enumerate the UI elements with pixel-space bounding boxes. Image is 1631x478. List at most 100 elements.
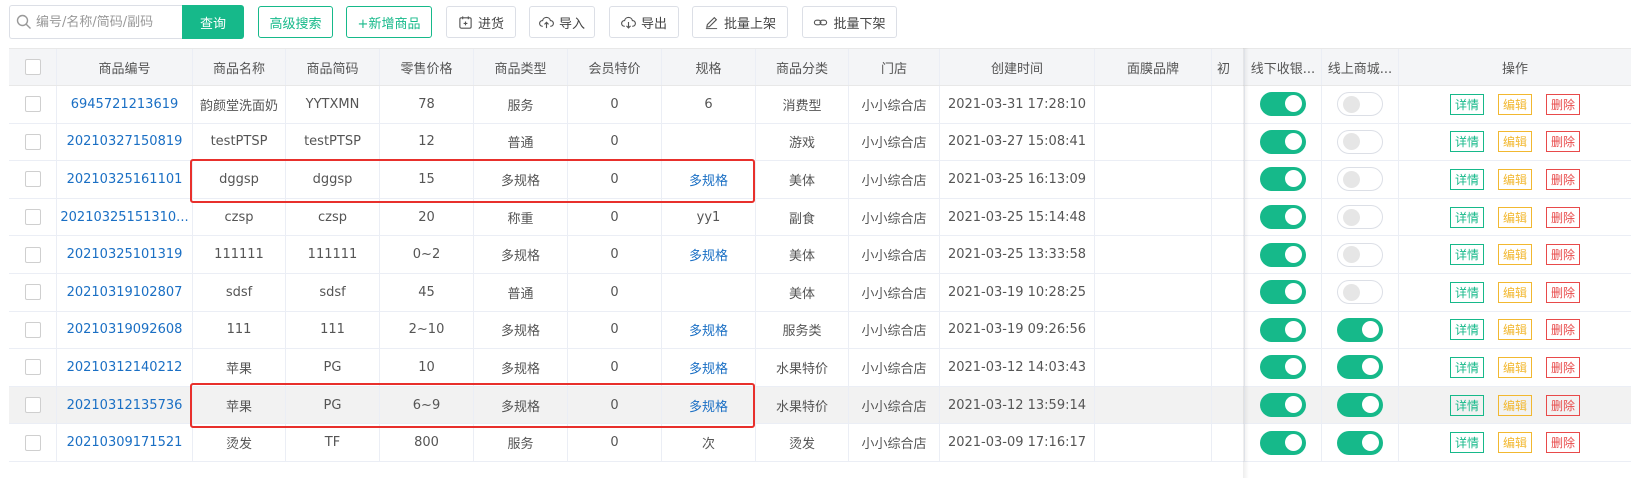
search-input[interactable]	[36, 14, 181, 30]
product-code-link[interactable]: 20210319092608	[57, 311, 193, 349]
edit-button[interactable]: 编辑	[1498, 93, 1532, 115]
offline-pos-toggle[interactable]	[1260, 242, 1306, 267]
edit-button[interactable]: 编辑	[1498, 244, 1532, 266]
delete-button[interactable]: 删除	[1546, 93, 1580, 115]
search-box[interactable]	[9, 5, 182, 39]
detail-button[interactable]: 详情	[1450, 93, 1484, 115]
delete-button[interactable]: 删除	[1546, 394, 1580, 416]
detail-button[interactable]: 详情	[1450, 131, 1484, 153]
delete-button[interactable]: 删除	[1546, 356, 1580, 378]
online-mall-toggle[interactable]	[1337, 393, 1383, 418]
product-name-cell: 苹果	[193, 349, 286, 386]
offline-pos-toggle[interactable]	[1260, 205, 1306, 230]
delete-button[interactable]: 删除	[1546, 319, 1580, 341]
table-row: 20210327150819 testPTSP testPTSP 12 普通 0 游戏 小小综…	[9, 123, 1631, 162]
batch-off-shelf-button[interactable]: 批量下架	[802, 6, 897, 38]
row-checkbox[interactable]	[24, 171, 41, 188]
online-mall-toggle[interactable]	[1337, 92, 1383, 117]
detail-button[interactable]: 详情	[1450, 168, 1484, 190]
row-checkbox[interactable]	[24, 434, 41, 451]
spec-cell[interactable]: 多规格	[662, 236, 756, 273]
spec-cell[interactable]: 多规格	[662, 311, 756, 349]
advanced-search-button[interactable]: 高级搜索	[258, 6, 333, 38]
import-button[interactable]: 导入	[529, 6, 595, 38]
row-checkbox[interactable]	[24, 209, 41, 226]
online-mall-toggle[interactable]	[1337, 129, 1383, 154]
detail-button[interactable]: 详情	[1450, 244, 1484, 266]
offline-pos-toggle[interactable]	[1260, 393, 1306, 418]
add-product-button[interactable]: +新增商品	[346, 6, 432, 38]
offline-pos-toggle[interactable]	[1260, 280, 1306, 305]
row-checkbox[interactable]	[24, 284, 41, 301]
product-code-link[interactable]: 20210309171521	[57, 424, 193, 461]
edit-button[interactable]: 编辑	[1498, 131, 1532, 153]
product-code-link[interactable]: 20210319102807	[57, 274, 193, 311]
delete-button[interactable]: 删除	[1546, 168, 1580, 190]
offline-pos-toggle[interactable]	[1260, 355, 1306, 380]
product-code-link[interactable]: 20210312140212	[57, 349, 193, 386]
export-button[interactable]: 导出	[609, 6, 679, 38]
offline-pos-cell	[1245, 86, 1322, 123]
online-mall-toggle[interactable]	[1337, 242, 1383, 267]
batch-on-shelf-button[interactable]: 批量上架	[692, 6, 788, 38]
product-code-link[interactable]: 20210327150819	[57, 123, 193, 161]
product-code-link[interactable]: 20210312135736	[57, 386, 193, 424]
calendar-icon	[459, 15, 472, 29]
delete-button[interactable]: 删除	[1546, 281, 1580, 303]
product-code-link[interactable]: 6945721213619	[57, 86, 193, 123]
online-mall-toggle[interactable]	[1337, 355, 1383, 380]
select-all-checkbox[interactable]	[24, 59, 41, 75]
detail-button[interactable]: 详情	[1450, 394, 1484, 416]
edit-button[interactable]: 编辑	[1498, 432, 1532, 454]
query-button[interactable]: 查询	[182, 5, 244, 39]
table-row: 20210325161101 dggsp dggsp 15 多规格 0 多规格 美体 小小综合店…	[9, 161, 1631, 199]
edit-button[interactable]: 编辑	[1498, 168, 1532, 190]
truncated-cell	[1212, 311, 1245, 349]
edit-button[interactable]: 编辑	[1498, 281, 1532, 303]
row-checkbox[interactable]	[24, 96, 41, 113]
delete-button[interactable]: 删除	[1546, 432, 1580, 454]
edit-button[interactable]: 编辑	[1498, 206, 1532, 228]
table-row: 20210312135736 苹果 PG 6~9 多规格 0 多规格 水果特价 小小综合店 202…	[9, 386, 1631, 425]
short-code-cell: sdsf	[286, 274, 380, 311]
purchase-button[interactable]: 进货	[446, 6, 516, 38]
offline-pos-toggle[interactable]	[1260, 129, 1306, 154]
delete-button[interactable]: 删除	[1546, 131, 1580, 153]
online-mall-toggle[interactable]	[1337, 280, 1383, 305]
toggle-knob	[1343, 133, 1360, 151]
spec-cell[interactable]: 多规格	[662, 161, 756, 198]
edit-button[interactable]: 编辑	[1498, 319, 1532, 341]
spec-cell[interactable]: 多规格	[662, 386, 756, 424]
offline-pos-toggle[interactable]	[1260, 92, 1306, 117]
product-code-link[interactable]: 20210325161101	[57, 161, 193, 198]
row-checkbox[interactable]	[24, 246, 41, 263]
delete-button[interactable]: 删除	[1546, 244, 1580, 266]
product-code-link[interactable]: 20210325101319	[57, 236, 193, 273]
online-mall-toggle[interactable]	[1337, 167, 1383, 192]
delete-button[interactable]: 删除	[1546, 206, 1580, 228]
online-mall-toggle[interactable]	[1337, 317, 1383, 342]
detail-button[interactable]: 详情	[1450, 206, 1484, 228]
product-code-link[interactable]: 20210325151310...	[57, 198, 193, 236]
online-mall-toggle[interactable]	[1337, 430, 1383, 455]
detail-button[interactable]: 详情	[1450, 356, 1484, 378]
table-row: 20210309171521 烫发 TF 800 服务 0 次烫发 小小综合店 2021-03-…	[9, 424, 1631, 462]
row-checkbox[interactable]	[24, 133, 41, 150]
edit-button[interactable]: 编辑	[1498, 394, 1532, 416]
detail-button[interactable]: 详情	[1450, 319, 1484, 341]
detail-button[interactable]: 详情	[1450, 281, 1484, 303]
offline-pos-toggle[interactable]	[1260, 317, 1306, 342]
offline-pos-toggle[interactable]	[1260, 430, 1306, 455]
edit-button[interactable]: 编辑	[1498, 356, 1532, 378]
header-online-mall: 线上商城...	[1322, 49, 1399, 85]
actions-cell: 详情 编辑 删除	[1399, 387, 1631, 424]
row-checkbox[interactable]	[24, 321, 41, 338]
detail-button[interactable]: 详情	[1450, 432, 1484, 454]
online-mall-toggle[interactable]	[1337, 205, 1383, 230]
spec-cell[interactable]: 多规格	[662, 349, 756, 386]
created-time-cell: 2021-03-25 13:33:58	[940, 236, 1095, 273]
row-checkbox[interactable]	[24, 359, 41, 376]
offline-pos-toggle[interactable]	[1260, 167, 1306, 192]
row-checkbox[interactable]	[24, 397, 41, 414]
header-retail-price: 零售价格	[380, 49, 474, 85]
